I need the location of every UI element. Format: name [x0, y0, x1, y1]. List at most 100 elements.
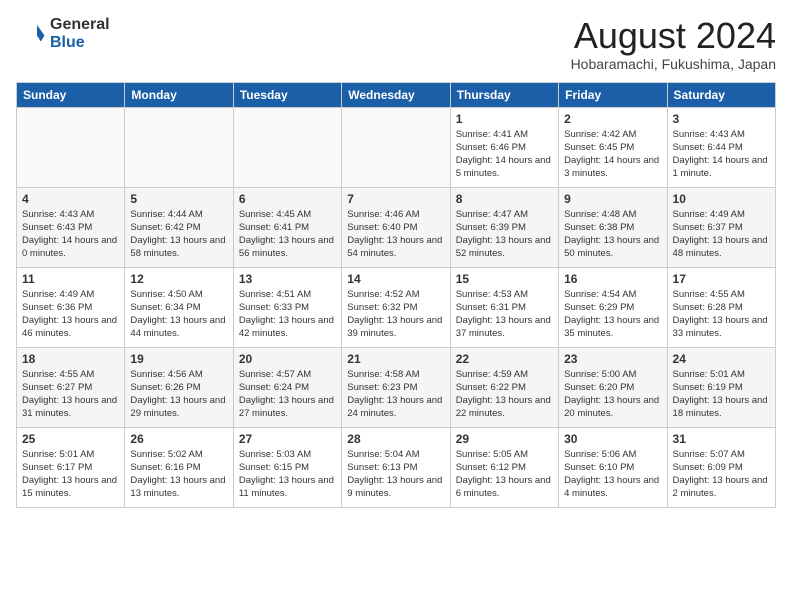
calendar-cell: 4 Sunrise: 4:43 AM Sunset: 6:43 PM Daylig…	[17, 187, 125, 267]
day-number: 24	[673, 352, 770, 366]
day-info: Sunrise: 4:44 AM Sunset: 6:42 PM Dayligh…	[130, 208, 227, 261]
day-number: 22	[456, 352, 553, 366]
calendar-cell: 17Sunrise: 4:55 AM Sunset: 6:28 PM Dayli…	[667, 267, 775, 347]
day-number: 18	[22, 352, 119, 366]
day-number: 10	[673, 192, 770, 206]
day-number: 5	[130, 192, 227, 206]
day-info: Sunrise: 5:01 AM Sunset: 6:19 PM Dayligh…	[673, 368, 770, 421]
header: General Blue August 2024 Hobaramachi, Fu…	[16, 16, 776, 72]
calendar-week-row: 1 Sunrise: 4:41 AM Sunset: 6:46 PM Daylig…	[17, 107, 776, 187]
calendar-cell: 22 Sunrise: 4:59 AM Sunset: 6:22 PM Dayli…	[450, 347, 558, 427]
calendar-cell: 12 Sunrise: 4:50 AM Sunset: 6:34 PM Dayli…	[125, 267, 233, 347]
day-info: Sunrise: 4:46 AM Sunset: 6:40 PM Dayligh…	[347, 208, 444, 261]
calendar-cell: 26Sunrise: 5:02 AM Sunset: 6:16 PM Dayli…	[125, 427, 233, 507]
location-subtitle: Hobaramachi, Fukushima, Japan	[571, 56, 776, 72]
calendar-cell: 20 Sunrise: 4:57 AM Sunset: 6:24 PM Dayli…	[233, 347, 341, 427]
day-number: 20	[239, 352, 336, 366]
calendar-cell: 2Sunrise: 4:42 AM Sunset: 6:45 PM Daylig…	[559, 107, 667, 187]
day-of-week-header: Thursday	[450, 82, 558, 107]
day-info: Sunrise: 4:43 AM Sunset: 6:44 PM Dayligh…	[673, 128, 770, 181]
day-info: Sunrise: 5:04 AM Sunset: 6:13 PM Dayligh…	[347, 448, 444, 501]
day-info: Sunrise: 4:48 AM Sunset: 6:38 PM Dayligh…	[564, 208, 661, 261]
day-info: Sunrise: 5:00 AM Sunset: 6:20 PM Dayligh…	[564, 368, 661, 421]
day-info: Sunrise: 4:45 AM Sunset: 6:41 PM Dayligh…	[239, 208, 336, 261]
calendar-cell: 16Sunrise: 4:54 AM Sunset: 6:29 PM Dayli…	[559, 267, 667, 347]
day-number: 31	[673, 432, 770, 446]
day-number: 6	[239, 192, 336, 206]
day-info: Sunrise: 4:57 AM Sunset: 6:24 PM Dayligh…	[239, 368, 336, 421]
calendar-cell: 31 Sunrise: 5:07 AM Sunset: 6:09 PM Dayli…	[667, 427, 775, 507]
calendar-cell: 18 Sunrise: 4:55 AM Sunset: 6:27 PM Dayli…	[17, 347, 125, 427]
day-info: Sunrise: 4:49 AM Sunset: 6:36 PM Dayligh…	[22, 288, 119, 341]
calendar-cell	[125, 107, 233, 187]
calendar-week-row: 25 Sunrise: 5:01 AM Sunset: 6:17 PM Dayli…	[17, 427, 776, 507]
day-number: 23	[564, 352, 661, 366]
day-of-week-header: Sunday	[17, 82, 125, 107]
day-info: Sunrise: 4:54 AM Sunset: 6:29 PM Dayligh…	[564, 288, 661, 341]
day-of-week-header: Friday	[559, 82, 667, 107]
day-info: Sunrise: 4:47 AM Sunset: 6:39 PM Dayligh…	[456, 208, 553, 261]
day-info: Sunrise: 5:07 AM Sunset: 6:09 PM Dayligh…	[673, 448, 770, 501]
logo-icon	[16, 19, 46, 49]
calendar-cell: 8Sunrise: 4:47 AM Sunset: 6:39 PM Daylig…	[450, 187, 558, 267]
calendar-cell	[342, 107, 450, 187]
day-info: Sunrise: 5:02 AM Sunset: 6:16 PM Dayligh…	[130, 448, 227, 501]
day-of-week-header: Saturday	[667, 82, 775, 107]
calendar-cell: 23 Sunrise: 5:00 AM Sunset: 6:20 PM Dayli…	[559, 347, 667, 427]
title-area: August 2024 Hobaramachi, Fukushima, Japa…	[571, 16, 776, 72]
calendar-cell	[233, 107, 341, 187]
calendar-cell: 7 Sunrise: 4:46 AM Sunset: 6:40 PM Daylig…	[342, 187, 450, 267]
calendar-cell: 5 Sunrise: 4:44 AM Sunset: 6:42 PM Daylig…	[125, 187, 233, 267]
day-number: 30	[564, 432, 661, 446]
day-number: 21	[347, 352, 444, 366]
calendar-cell: 10 Sunrise: 4:49 AM Sunset: 6:37 PM Dayli…	[667, 187, 775, 267]
day-number: 12	[130, 272, 227, 286]
calendar-cell: 30 Sunrise: 5:06 AM Sunset: 6:10 PM Dayli…	[559, 427, 667, 507]
day-of-week-header: Monday	[125, 82, 233, 107]
logo-general-text: General	[50, 16, 110, 34]
day-number: 28	[347, 432, 444, 446]
calendar-cell: 1 Sunrise: 4:41 AM Sunset: 6:46 PM Daylig…	[450, 107, 558, 187]
day-number: 25	[22, 432, 119, 446]
day-info: Sunrise: 4:55 AM Sunset: 6:28 PM Dayligh…	[673, 288, 770, 341]
day-info: Sunrise: 4:50 AM Sunset: 6:34 PM Dayligh…	[130, 288, 227, 341]
calendar-cell: 6 Sunrise: 4:45 AM Sunset: 6:41 PM Daylig…	[233, 187, 341, 267]
day-number: 15	[456, 272, 553, 286]
day-info: Sunrise: 4:59 AM Sunset: 6:22 PM Dayligh…	[456, 368, 553, 421]
calendar-cell: 21 Sunrise: 4:58 AM Sunset: 6:23 PM Dayli…	[342, 347, 450, 427]
day-number: 13	[239, 272, 336, 286]
day-info: Sunrise: 4:49 AM Sunset: 6:37 PM Dayligh…	[673, 208, 770, 261]
logo-blue-text: Blue	[50, 34, 110, 52]
day-number: 27	[239, 432, 336, 446]
day-of-week-header: Tuesday	[233, 82, 341, 107]
calendar-header-row: SundayMondayTuesdayWednesdayThursdayFrid…	[17, 82, 776, 107]
day-info: Sunrise: 4:55 AM Sunset: 6:27 PM Dayligh…	[22, 368, 119, 421]
day-info: Sunrise: 4:56 AM Sunset: 6:26 PM Dayligh…	[130, 368, 227, 421]
day-info: Sunrise: 5:06 AM Sunset: 6:10 PM Dayligh…	[564, 448, 661, 501]
day-info: Sunrise: 4:58 AM Sunset: 6:23 PM Dayligh…	[347, 368, 444, 421]
day-number: 11	[22, 272, 119, 286]
day-info: Sunrise: 4:43 AM Sunset: 6:43 PM Dayligh…	[22, 208, 119, 261]
day-number: 29	[456, 432, 553, 446]
calendar-cell: 3Sunrise: 4:43 AM Sunset: 6:44 PM Daylig…	[667, 107, 775, 187]
day-number: 7	[347, 192, 444, 206]
day-number: 19	[130, 352, 227, 366]
day-number: 4	[22, 192, 119, 206]
day-info: Sunrise: 5:01 AM Sunset: 6:17 PM Dayligh…	[22, 448, 119, 501]
calendar-cell: 11 Sunrise: 4:49 AM Sunset: 6:36 PM Dayli…	[17, 267, 125, 347]
day-number: 9	[564, 192, 661, 206]
calendar-cell: 25 Sunrise: 5:01 AM Sunset: 6:17 PM Dayli…	[17, 427, 125, 507]
calendar-week-row: 18 Sunrise: 4:55 AM Sunset: 6:27 PM Dayli…	[17, 347, 776, 427]
day-info: Sunrise: 5:03 AM Sunset: 6:15 PM Dayligh…	[239, 448, 336, 501]
logo: General Blue	[16, 16, 110, 51]
day-number: 2	[564, 112, 661, 126]
calendar-week-row: 11 Sunrise: 4:49 AM Sunset: 6:36 PM Dayli…	[17, 267, 776, 347]
day-of-week-header: Wednesday	[342, 82, 450, 107]
day-info: Sunrise: 5:05 AM Sunset: 6:12 PM Dayligh…	[456, 448, 553, 501]
day-info: Sunrise: 4:51 AM Sunset: 6:33 PM Dayligh…	[239, 288, 336, 341]
calendar-table: SundayMondayTuesdayWednesdayThursdayFrid…	[16, 82, 776, 508]
calendar-week-row: 4 Sunrise: 4:43 AM Sunset: 6:43 PM Daylig…	[17, 187, 776, 267]
day-info: Sunrise: 4:41 AM Sunset: 6:46 PM Dayligh…	[456, 128, 553, 181]
day-number: 1	[456, 112, 553, 126]
calendar-cell	[17, 107, 125, 187]
